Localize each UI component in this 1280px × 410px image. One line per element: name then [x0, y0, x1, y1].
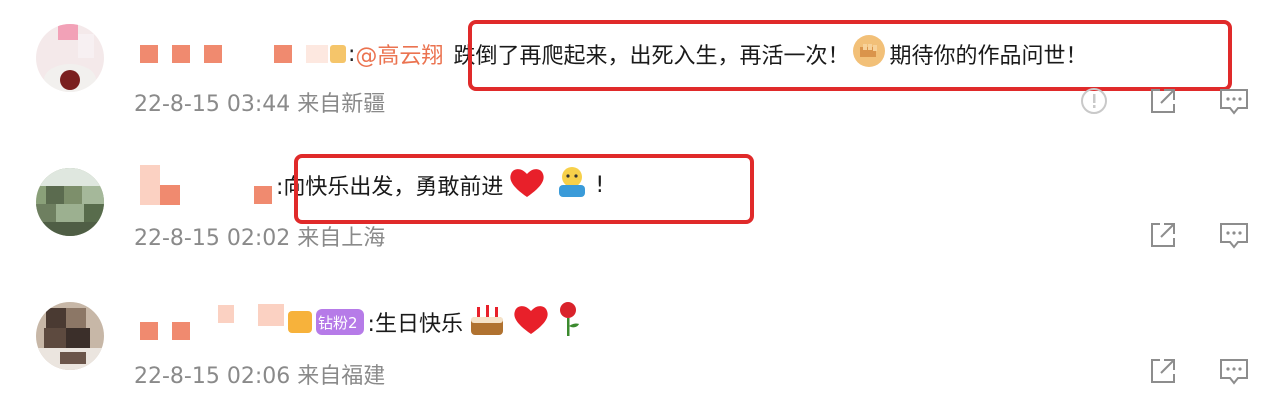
badge-icon [330, 45, 346, 63]
fan-badge[interactable]: 钻粉2 [316, 309, 364, 335]
mention-link[interactable]: @高云翔 [355, 38, 443, 70]
share-icon[interactable] [1146, 84, 1180, 118]
report-icon[interactable] [1077, 84, 1111, 118]
share-icon[interactable] [1146, 218, 1180, 252]
comment-meta: 22-8-15 02:02 来自上海 [134, 226, 386, 251]
comment-icon[interactable] [1217, 84, 1251, 118]
avatar[interactable] [36, 24, 104, 92]
highlight-box [294, 154, 754, 224]
comment-item: :向快乐出发，勇敢前进 ! 22-8-15 02:02 来自上海 [0, 140, 1280, 270]
avatar[interactable] [36, 302, 104, 370]
comment-meta: 22-8-15 03:44 来自新疆 [134, 92, 386, 117]
cake-emoji-icon [467, 301, 507, 343]
crown-icon [288, 311, 312, 333]
username-line: 钻粉2 :生日快乐 [140, 302, 583, 342]
comment-icon[interactable] [1217, 354, 1251, 388]
rose-emoji-icon [553, 300, 583, 344]
share-icon[interactable] [1146, 354, 1180, 388]
avatar[interactable] [36, 168, 104, 236]
heart-emoji-icon [511, 302, 551, 342]
highlight-box [468, 20, 1232, 91]
comment-text: :生日快乐 [367, 312, 463, 337]
comment-icon[interactable] [1217, 218, 1251, 252]
colon: : [348, 41, 356, 67]
comment-meta: 22-8-15 02:06 来自福建 [134, 364, 386, 389]
comment-item: : @高云翔 跌倒了再爬起来，出死入生，再活一次！ 期待你的作品问世！ 22-8… [0, 0, 1280, 130]
comment-item: 钻粉2 :生日快乐 22-8-15 02:06 来自福建 [0, 280, 1280, 410]
